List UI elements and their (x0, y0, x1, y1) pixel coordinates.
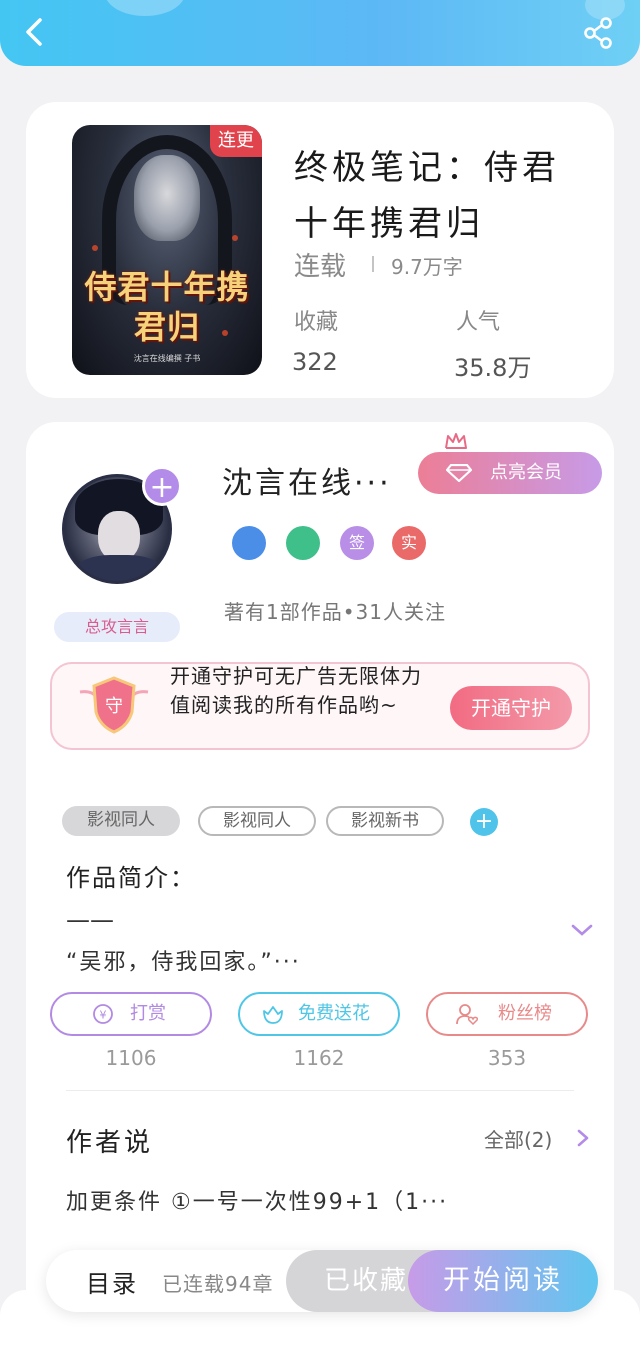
intro-label: 作品简介： (66, 864, 196, 892)
send-flower-label: 免费送花 (298, 1003, 370, 1024)
fan-ranking-label: 粉丝榜 (498, 1003, 552, 1024)
author-says-label: 作者说 (66, 1128, 154, 1158)
flower-icon (263, 1006, 283, 1024)
genre-tag[interactable]: 影视同人 (62, 806, 180, 836)
avatar-art (75, 555, 163, 581)
chevron-right-icon[interactable] (576, 1128, 590, 1148)
guard-banner[interactable]: 守 开通守护可无广告无限体力值阅读我的所有作品哟~ 开通守护 (50, 662, 590, 750)
follow-button[interactable]: + (142, 466, 182, 506)
author-tag: 总攻言言 (54, 612, 180, 642)
add-tag-button[interactable]: + (470, 808, 498, 836)
tip-count: 1106 (105, 1046, 157, 1070)
medal-signed-icon[interactable]: 签 (340, 526, 374, 560)
author-says-text[interactable]: 加更条件 ①一号一次性99+1（1··· (66, 1184, 448, 1216)
avatar-art (98, 511, 140, 561)
chevron-left-icon[interactable] (18, 14, 52, 50)
genre-tag[interactable]: 影视新书 (326, 806, 444, 836)
medal-verified-icon[interactable]: 实 (392, 526, 426, 560)
diamond-icon (446, 464, 472, 482)
user-heart-icon (456, 1004, 478, 1025)
cover-title: 侍君十年携君归 (84, 268, 250, 346)
tip-button[interactable]: ¥ 打赏 (50, 992, 212, 1036)
author-says-all-link[interactable]: 全部(2) (484, 1124, 552, 1153)
word-count: 9.7万字 (391, 255, 463, 279)
tip-label: 打赏 (130, 1003, 166, 1024)
chapter-count[interactable]: 已连载94章 (162, 1268, 273, 1297)
author-name[interactable]: 沈言在线··· (222, 458, 392, 502)
book-cover[interactable]: 侍君十年携君归 沈言在线编撰 子书 连更 (72, 125, 262, 375)
author-stats: 著有1部作品•31人关注 (224, 600, 446, 624)
yen-icon: ¥ (93, 1004, 113, 1024)
genre-tag[interactable]: 影视同人 (198, 806, 316, 836)
guard-shield-icon: 守 (79, 676, 149, 734)
divider (66, 1090, 574, 1091)
popularity-value: 35.8万 (454, 354, 532, 382)
update-badge: 连更 (210, 125, 262, 157)
vip-button-label: 点亮会员 (490, 462, 562, 483)
favorites-value: 322 (292, 348, 338, 376)
open-guard-button[interactable]: 开通守护 (450, 686, 572, 730)
share-icon[interactable] (582, 16, 616, 50)
fan-ranking-button[interactable]: 粉丝榜 (426, 992, 588, 1036)
crown-icon (445, 433, 467, 449)
medal-handshake-icon[interactable] (286, 526, 320, 560)
cover-art (134, 155, 200, 241)
divider (372, 256, 374, 272)
vip-button[interactable]: 点亮会员 (418, 452, 602, 494)
fan-count: 353 (487, 1046, 527, 1070)
chevron-down-icon[interactable] (570, 922, 594, 938)
header-decoration (105, 0, 185, 16)
guard-shield-text: 守 (105, 696, 123, 717)
catalog-button[interactable]: 目录 (86, 1264, 138, 1299)
bottom-action-bar: 目录 已连载94章 已收藏 开始阅读 (46, 1250, 598, 1312)
flower-count: 1162 (293, 1046, 345, 1070)
book-info-card: 侍君十年携君归 沈言在线编撰 子书 连更 终极笔记：侍君十年携君归 连载 9.7… (26, 102, 614, 398)
cover-art (92, 245, 98, 251)
book-title: 终极笔记：侍君十年携君归 (294, 148, 560, 244)
svg-text:¥: ¥ (100, 1009, 107, 1022)
cover-art (232, 235, 238, 241)
intro-dash: —— (66, 906, 114, 934)
favorites-label: 收藏 (294, 310, 339, 335)
book-status: 连载 (294, 252, 347, 282)
start-reading-button[interactable]: 开始阅读 (408, 1250, 598, 1312)
popularity-label: 人气 (456, 310, 501, 335)
guard-text: 开通守护可无广告无限体力值阅读我的所有作品哟~ (170, 664, 422, 717)
top-bar (0, 0, 640, 66)
intro-text: “吴邪，侍我回家。”··· (66, 950, 301, 975)
cover-author: 沈言在线编撰 子书 (133, 354, 201, 363)
author-card: + 总攻言言 沈言在线··· 点亮会员 签 实 著有1部作品•31人关注 守 开… (26, 422, 614, 1322)
send-flower-button[interactable]: 免费送花 (238, 992, 400, 1036)
medal-phone-icon[interactable] (232, 526, 266, 560)
